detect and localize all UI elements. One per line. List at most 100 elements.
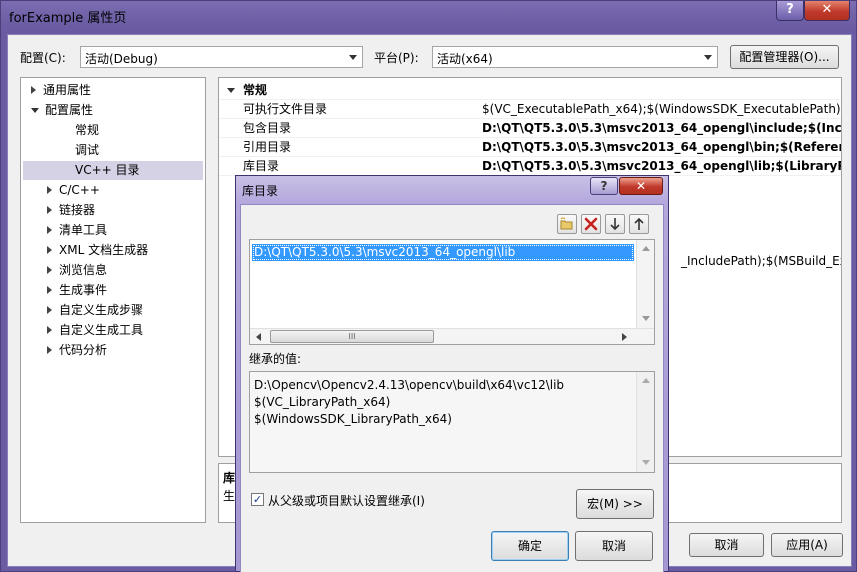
grid-section-header[interactable]: 常规 — [219, 81, 841, 100]
macro-button[interactable]: 宏(M) >> — [576, 489, 654, 519]
config-label: 配置(C): — [20, 51, 66, 65]
tree-item-label: 自定义生成步骤 — [59, 303, 144, 317]
inherit-checkbox[interactable]: ✓ — [251, 493, 264, 506]
grid-row[interactable]: 可执行文件目录 $(VC_ExecutablePath_x64);$(Window… — [219, 100, 841, 119]
collapse-arrow-icon[interactable] — [47, 306, 52, 314]
list-item[interactable]: D:\QT\QT5.3.0\5.3\msvc2013_64_opengl\lib — [252, 244, 634, 261]
window-title: forExample 属性页 — [9, 11, 127, 26]
description-text: 生 — [223, 489, 236, 503]
collapse-arrow-icon[interactable] — [47, 346, 52, 354]
config-value: 活动(Debug) — [85, 52, 158, 66]
grid-row[interactable]: 引用目录 D:\QT\QT5.3.0\5.3\msvc2013_64_opengl… — [219, 138, 842, 157]
platform-value: 活动(x64) — [437, 52, 493, 66]
tree-item-label: 生成事件 — [59, 283, 108, 297]
move-down-button[interactable] — [605, 214, 625, 234]
tree-item-label: C/C++ — [59, 183, 100, 197]
help-button[interactable]: ? — [776, 1, 804, 21]
tree-item[interactable]: 通用属性 — [23, 81, 203, 100]
collapse-arrow-icon[interactable] — [47, 226, 52, 234]
tree-item-label: VC++ 目录 — [75, 163, 140, 177]
collapse-arrow-icon[interactable] — [47, 206, 52, 214]
platform-combo[interactable]: 活动(x64) — [432, 46, 718, 68]
tree-item[interactable]: 链接器 — [23, 201, 203, 220]
scroll-down-icon[interactable] — [642, 460, 650, 465]
tree-item-label: 通用属性 — [43, 83, 92, 97]
inherited-values-box: D:\Opencv\Opencv2.4.13\opencv\build\x64\… — [249, 371, 655, 473]
library-dirs-dialog: 库目录 ? ✕ D:\QT\QT5.3.0\5.3\msvc2013_64_op… — [235, 175, 669, 572]
platform-label: 平台(P): — [374, 51, 419, 65]
collapse-arrow-icon[interactable] — [47, 186, 52, 194]
tree-item[interactable]: 浏览信息 — [23, 261, 203, 280]
main-cancel-button[interactable]: 取消 — [689, 533, 764, 557]
tree-item[interactable]: 清单工具 — [23, 221, 203, 240]
tree-item[interactable]: XML 文档生成器 — [23, 241, 203, 260]
expand-arrow-icon[interactable] — [31, 108, 39, 113]
tree-item[interactable]: 常规 — [23, 121, 203, 140]
tree-item[interactable]: 生成事件 — [23, 281, 203, 300]
grid-partial-value: _IncludePath);$(MSBuild_Exe — [681, 254, 842, 268]
tree-item[interactable]: VC++ 目录 — [23, 161, 203, 180]
dialog-close-button[interactable]: ✕ — [619, 177, 663, 195]
property-tree: 通用属性配置属性常规调试 VC++ 目录 C/C++ 链接器清单工具 XML 文档生成器… — [20, 77, 206, 523]
list-vscroll[interactable] — [636, 240, 654, 328]
dialog-help-button[interactable]: ? — [590, 177, 618, 195]
config-combo[interactable]: 活动(Debug) — [80, 46, 363, 68]
grid-row-value: D:\QT\QT5.3.0\5.3\msvc2013_64_opengl\inc… — [482, 121, 842, 135]
new-line-button[interactable] — [557, 214, 577, 234]
grid-row-name: 可执行文件目录 — [243, 102, 328, 116]
collapse-arrow-icon[interactable] — [47, 266, 52, 274]
close-button[interactable]: ✕ — [804, 1, 850, 21]
arrow-down-icon — [610, 218, 620, 231]
move-up-button[interactable] — [629, 214, 649, 234]
ok-button[interactable]: 确定 — [491, 531, 569, 561]
tree-item[interactable]: 自定义生成步骤 — [23, 301, 203, 320]
list-hscroll[interactable]: III — [250, 328, 654, 344]
tree-item-label: 链接器 — [59, 203, 96, 217]
tree-item-label: 配置属性 — [45, 103, 94, 117]
delete-icon — [584, 217, 598, 231]
inherited-value: D:\Opencv\Opencv2.4.13\opencv\build\x64\… — [254, 378, 565, 392]
dialog-client: D:\QT\QT5.3.0\5.3\msvc2013_64_opengl\lib… — [240, 204, 664, 572]
collapse-icon[interactable] — [227, 88, 235, 93]
tree-item[interactable]: 自定义生成工具 — [23, 321, 203, 340]
new-folder-icon — [560, 217, 573, 230]
apply-button[interactable]: 应用(A) — [771, 533, 843, 557]
tree-item-label: 浏览信息 — [59, 263, 108, 277]
tree-item[interactable]: 代码分析 — [23, 341, 203, 360]
tree-item-label: 调试 — [75, 143, 100, 157]
scroll-left-icon[interactable] — [256, 333, 261, 341]
grid-row[interactable]: 包含目录 D:\QT\QT5.3.0\5.3\msvc2013_64_opengl… — [219, 119, 842, 138]
description-title: 库 — [223, 471, 236, 485]
grid-row-name: 库目录 — [243, 159, 280, 173]
grid-row-value: D:\QT\QT5.3.0\5.3\msvc2013_64_opengl\bin… — [482, 140, 842, 154]
tree-item-label: 代码分析 — [59, 343, 108, 357]
tree-item[interactable]: C/C++ — [23, 181, 203, 200]
tree-item-label: 清单工具 — [59, 223, 108, 237]
chevron-down-icon — [704, 55, 712, 60]
scroll-up-icon[interactable] — [642, 246, 650, 251]
config-manager-button[interactable]: 配置管理器(O)... — [730, 45, 839, 69]
tree-item-label: XML 文档生成器 — [59, 243, 149, 257]
collapse-arrow-icon[interactable] — [47, 286, 52, 294]
collapse-arrow-icon[interactable] — [31, 86, 36, 94]
delete-line-button[interactable] — [581, 214, 601, 234]
arrow-up-icon — [634, 217, 644, 230]
scroll-right-icon[interactable] — [622, 333, 627, 341]
inherited-values-label: 继承的值: — [249, 352, 302, 366]
collapse-arrow-icon[interactable] — [47, 246, 52, 254]
inherit-checkbox-label[interactable]: 从父级或项目默认设置继承(I) — [268, 492, 425, 509]
collapse-arrow-icon[interactable] — [47, 326, 52, 334]
tree-item[interactable]: 调试 — [23, 141, 203, 160]
inherited-value: $(VC_LibraryPath_x64) — [254, 395, 391, 409]
hscroll-thumb[interactable]: III — [270, 330, 434, 343]
tree-item[interactable]: 配置属性 — [23, 101, 203, 120]
scroll-down-icon[interactable] — [642, 316, 650, 321]
directory-list[interactable]: D:\QT\QT5.3.0\5.3\msvc2013_64_opengl\lib… — [249, 239, 655, 345]
tree-item-label: 常规 — [75, 123, 100, 137]
inherited-vscroll[interactable] — [636, 372, 654, 472]
grid-row-name: 引用目录 — [243, 140, 292, 154]
grid-row[interactable]: 库目录 D:\QT\QT5.3.0\5.3\msvc2013_64_opengl\… — [219, 157, 841, 176]
tree-item-label: 自定义生成工具 — [59, 323, 144, 337]
scroll-up-icon[interactable] — [642, 378, 650, 383]
dialog-cancel-button[interactable]: 取消 — [575, 531, 653, 561]
